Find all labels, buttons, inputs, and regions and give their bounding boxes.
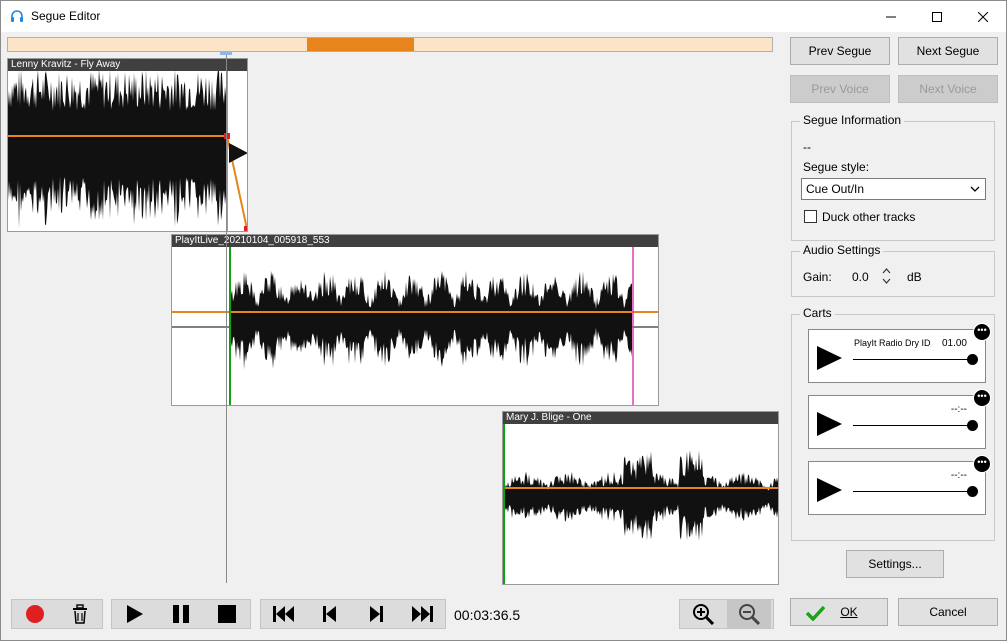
stop-button[interactable] <box>205 600 249 628</box>
segue-info-value: -- <box>803 140 811 154</box>
zoom-in-icon <box>693 604 714 625</box>
cart-progress <box>853 359 973 360</box>
more-icon[interactable]: ••• <box>973 323 991 341</box>
pause-icon <box>173 605 189 623</box>
cart-name: PlayIt Radio Dry ID <box>854 338 931 348</box>
minimize-icon <box>886 16 896 17</box>
cart-time: --:-- <box>950 470 967 481</box>
step-back-icon <box>323 606 336 622</box>
window-title: Segue Editor <box>31 9 101 23</box>
next-voice-button[interactable]: Next Voice <box>898 75 998 103</box>
track-clip-2[interactable]: PlayItLive_20210104_005918_553 <box>171 234 659 406</box>
track-title: Lenny Kravitz - Fly Away <box>8 59 247 71</box>
cart-slot-3[interactable]: --:-- ••• <box>808 455 991 515</box>
checkmark-icon <box>805 605 825 621</box>
segue-information-label: Segue Information <box>800 113 905 127</box>
settings-button[interactable]: Settings... <box>846 550 944 578</box>
track-clip-3[interactable]: Mary J. Blige - One <box>502 411 779 585</box>
zoom-out-button[interactable] <box>727 600 771 628</box>
duck-other-tracks-label: Duck other tracks <box>822 210 916 224</box>
record-group <box>11 599 103 629</box>
cart-volume-knob[interactable] <box>967 354 978 365</box>
duck-other-tracks-checkbox[interactable] <box>804 210 817 223</box>
navigation-group <box>260 599 446 629</box>
gain-value[interactable]: 0.0 <box>852 270 869 284</box>
cancel-button[interactable]: Cancel <box>898 598 998 626</box>
overview-bar[interactable] <box>7 37 773 52</box>
cart-volume-knob[interactable] <box>967 420 978 431</box>
prev-voice-button[interactable]: Prev Voice <box>790 75 890 103</box>
segue-style-label: Segue style: <box>803 160 870 174</box>
carts-label: Carts <box>800 306 835 320</box>
gain-spinner-icon[interactable] <box>882 267 891 285</box>
zoom-in-button[interactable] <box>681 600 725 628</box>
stop-icon <box>218 605 236 623</box>
carts-group: Carts PlayIt Radio Dry ID 01.00 ••• --:-… <box>791 306 995 541</box>
cart-slot-2[interactable]: --:-- ••• <box>808 389 991 449</box>
close-icon <box>978 11 988 22</box>
zoom-out-icon <box>739 604 760 625</box>
more-icon[interactable]: ••• <box>973 389 991 407</box>
waveform-1 <box>8 71 247 231</box>
segue-editor-window: Segue Editor Lenny Kravitz - Fly Away Pl… <box>0 0 1007 641</box>
step-back-button[interactable] <box>308 600 352 628</box>
cart-slot-1[interactable]: PlayIt Radio Dry ID 01.00 ••• <box>808 323 991 383</box>
ok-button[interactable]: OK <box>790 598 888 626</box>
maximize-icon <box>932 11 942 22</box>
close-button[interactable] <box>960 1 1006 32</box>
skip-to-end-icon <box>412 606 433 622</box>
playhead[interactable] <box>226 55 227 583</box>
track-clip-1[interactable]: Lenny Kravitz - Fly Away <box>7 58 248 232</box>
play-icon[interactable] <box>817 478 843 502</box>
zoom-group <box>679 599 774 629</box>
record-icon <box>26 605 44 623</box>
segue-information-group: Segue Information -- Segue style: Cue Ou… <box>791 113 995 241</box>
maximize-button[interactable] <box>914 1 960 32</box>
segue-style-value: Cue Out/In <box>806 182 865 196</box>
step-forward-icon <box>370 606 383 622</box>
track-title: PlayItLive_20210104_005918_553 <box>172 235 658 247</box>
overview-selection[interactable] <box>307 38 414 51</box>
playback-group <box>111 599 251 629</box>
trash-icon <box>73 604 87 624</box>
play-icon[interactable] <box>817 412 843 436</box>
step-forward-button[interactable] <box>354 600 398 628</box>
waveform-2 <box>172 247 658 405</box>
gain-label: Gain: <box>803 270 832 284</box>
play-icon[interactable] <box>817 346 843 370</box>
record-button[interactable] <box>13 600 57 628</box>
next-segue-button[interactable]: Next Segue <box>898 37 998 65</box>
waveform-3 <box>503 424 778 584</box>
side-panel: Prev Segue Next Segue Prev Voice Next Vo… <box>784 35 1004 595</box>
headphones-icon <box>11 10 23 22</box>
more-icon[interactable]: ••• <box>973 455 991 473</box>
play-icon <box>127 605 143 623</box>
gain-unit: dB <box>907 270 922 284</box>
skip-to-start-icon <box>273 606 294 622</box>
minimize-button[interactable] <box>868 1 914 32</box>
cart-progress <box>853 491 973 492</box>
audio-settings-label: Audio Settings <box>800 243 884 257</box>
track-title: Mary J. Blige - One <box>503 412 778 424</box>
prev-segue-button[interactable]: Prev Segue <box>790 37 890 65</box>
cart-time: --:-- <box>950 404 967 415</box>
cart-progress <box>853 425 973 426</box>
skip-to-end-button[interactable] <box>400 600 444 628</box>
pause-button[interactable] <box>159 600 203 628</box>
transport-toolbar: 00:03:36.5 <box>1 597 781 633</box>
title-bar: Segue Editor <box>1 1 1006 32</box>
play-button[interactable] <box>113 600 157 628</box>
cart-time: 01.00 <box>941 338 967 349</box>
audio-settings-group: Audio Settings Gain: 0.0 dB <box>791 243 995 297</box>
cart-volume-knob[interactable] <box>967 486 978 497</box>
segue-style-select[interactable]: Cue Out/In <box>801 178 986 200</box>
ok-label: OK <box>840 605 858 619</box>
chevron-down-icon <box>970 186 980 192</box>
time-display: 00:03:36.5 <box>454 607 521 623</box>
skip-to-start-button[interactable] <box>262 600 306 628</box>
delete-button[interactable] <box>58 600 102 628</box>
waveform-editor[interactable]: Lenny Kravitz - Fly Away PlayItLive_2021… <box>7 35 779 589</box>
